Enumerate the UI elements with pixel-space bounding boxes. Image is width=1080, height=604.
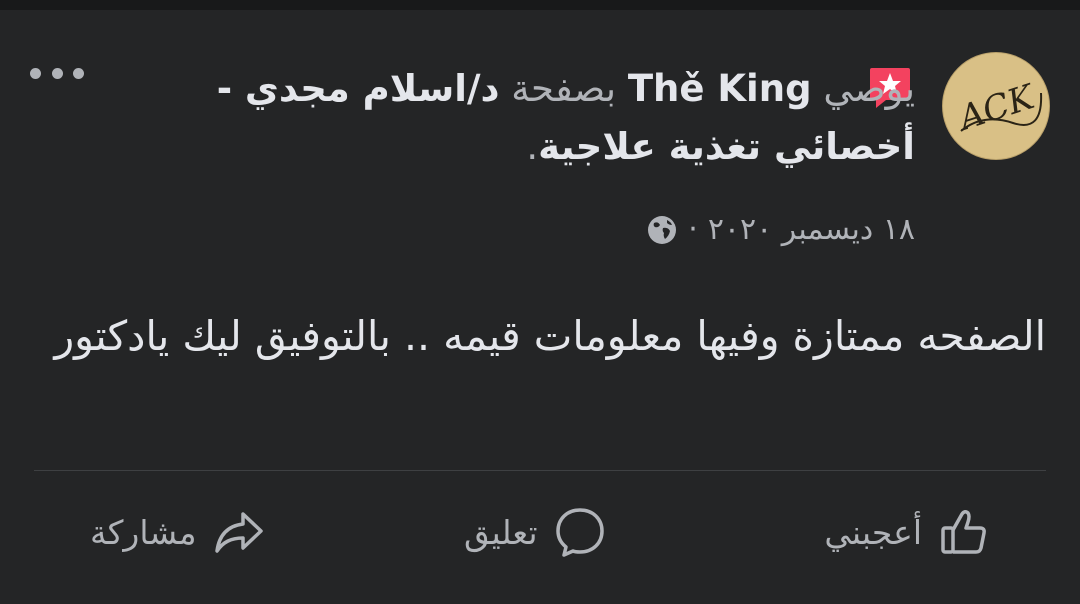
share-arrow-icon xyxy=(214,512,263,553)
top-strip xyxy=(0,0,1080,10)
recommend-verb: يوصي xyxy=(823,67,915,110)
more-dot-icon xyxy=(30,67,41,79)
globe-icon xyxy=(648,215,677,244)
share-label: مشاركة xyxy=(90,512,197,552)
like-button[interactable]: أعجبني xyxy=(824,500,992,564)
connector-text: بصفحة xyxy=(511,67,617,110)
author-name[interactable]: Thě King xyxy=(628,67,812,110)
more-dot-icon xyxy=(51,67,63,79)
avatar-signature: ACK xyxy=(951,76,1043,140)
actions-divider xyxy=(34,470,1046,471)
like-label: أعجبني xyxy=(824,512,922,552)
comment-label: تعليق xyxy=(464,512,538,552)
avatar[interactable]: ACK xyxy=(942,52,1050,160)
post-body: الصفحه ممتازة وفيها معلومات قيمه .. بالت… xyxy=(54,312,1046,360)
comment-bubble-icon xyxy=(555,508,604,557)
more-options-button[interactable] xyxy=(30,58,84,88)
avatar-initials: ACK xyxy=(951,76,1041,139)
more-dot-icon xyxy=(73,67,84,79)
meta-separator: · xyxy=(688,212,698,247)
share-button[interactable]: مشاركة xyxy=(90,500,267,564)
post-meta: ١٨ ديسمبر ٢٠٢٠ · xyxy=(646,212,915,247)
header-period: . xyxy=(526,125,539,168)
thumbs-up-icon xyxy=(941,509,986,554)
post-header: يوصي Thě King بصفحة د/اسلام مجدي - أخصائ… xyxy=(155,60,915,176)
comment-button[interactable]: تعليق xyxy=(464,500,608,564)
post-date[interactable]: ١٨ ديسمبر ٢٠٢٠ xyxy=(708,212,915,247)
